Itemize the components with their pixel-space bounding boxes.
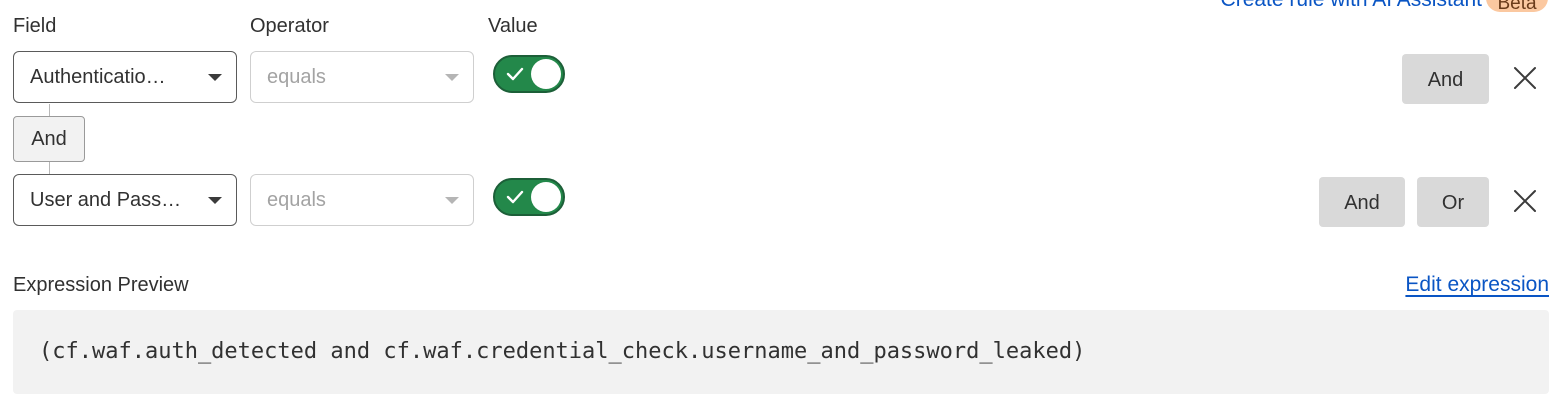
expression-preview-box: (cf.waf.auth_detected and cf.waf.credent… (13, 310, 1549, 394)
operator-select-value: equals (267, 66, 326, 88)
close-icon[interactable] (1512, 65, 1538, 91)
value-column-label: Value (488, 15, 538, 37)
operator-select-row-1: equals (250, 51, 474, 103)
toggle-knob (531, 182, 561, 212)
field-select-value: Authenticatio… (30, 66, 166, 88)
beta-badge: Beta (1486, 0, 1548, 12)
close-icon[interactable] (1512, 188, 1538, 214)
operator-column-label: Operator (250, 15, 329, 37)
expression-preview-label: Expression Preview (13, 274, 189, 296)
field-select-row-2[interactable]: User and Pass… (13, 174, 237, 226)
toggle-knob (531, 59, 561, 89)
create-rule-ai-link[interactable]: Create rule with AI Assistant (1221, 0, 1482, 12)
check-icon (506, 190, 524, 204)
add-and-button-row-1[interactable]: And (1402, 54, 1489, 104)
chevron-down-icon (208, 74, 222, 81)
chevron-down-icon (208, 197, 222, 204)
rule-builder: Create rule with AI Assistant Beta Field… (0, 0, 1560, 410)
edit-expression-link[interactable]: Edit expression (1405, 273, 1549, 297)
operator-select-row-2: equals (250, 174, 474, 226)
field-select-row-1[interactable]: Authenticatio… (13, 51, 237, 103)
value-toggle-row-2[interactable] (493, 178, 565, 216)
chevron-down-icon (445, 74, 459, 81)
chevron-down-icon (445, 197, 459, 204)
and-connector-chip: And (13, 116, 85, 162)
operator-select-value: equals (267, 189, 326, 211)
check-icon (506, 67, 524, 81)
field-column-label: Field (13, 15, 57, 37)
field-select-value: User and Pass… (30, 189, 182, 211)
add-or-button-row-2[interactable]: Or (1417, 177, 1489, 227)
connector-line-top (49, 104, 50, 116)
value-toggle-row-1[interactable] (493, 55, 565, 93)
connector-line-bottom (49, 162, 50, 174)
add-and-button-row-2[interactable]: And (1319, 177, 1405, 227)
